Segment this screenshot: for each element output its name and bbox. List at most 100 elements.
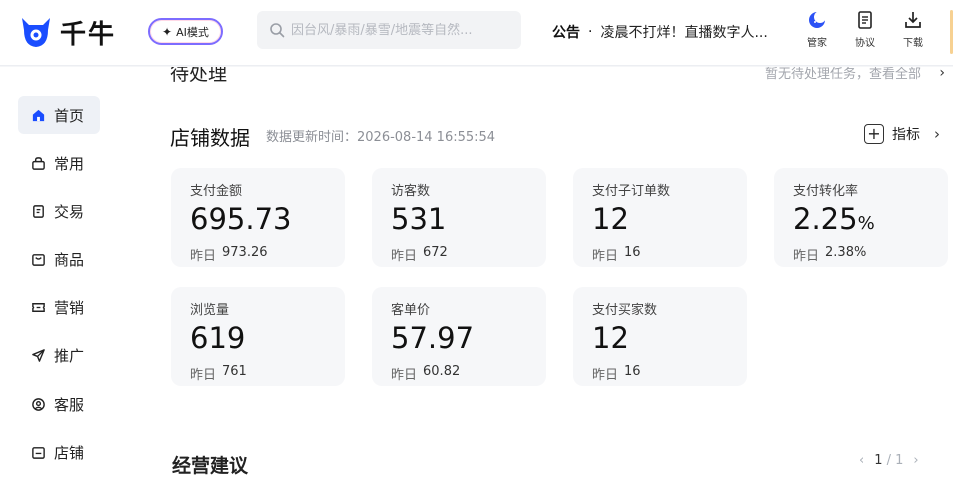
send-icon xyxy=(32,348,45,362)
metric-card-page-views[interactable]: 浏览量 619 昨日 761 xyxy=(171,287,345,386)
page-total: / 1 xyxy=(886,453,904,468)
metric-card-visitors[interactable]: 访客数 531 昨日 672 xyxy=(372,168,546,267)
yesterday-label: 昨日 xyxy=(793,249,820,264)
metric-card-payment-amount[interactable]: 支付金额 695.73 昨日 973.26 xyxy=(171,168,345,267)
assistant-button[interactable]: 管家 xyxy=(797,10,837,49)
search-icon xyxy=(270,23,285,38)
search-box[interactable] xyxy=(257,11,521,49)
metric-yesterday: 昨日 761 xyxy=(190,364,345,383)
main-content: 待处理 暂无待处理任务，查看全部 › 店铺数据 数据更新时间：2026-08-1… xyxy=(118,67,953,489)
metrics-button-label: 指标 xyxy=(892,127,920,143)
metric-value: 57.97 xyxy=(391,322,546,359)
metric-label: 支付转化率 xyxy=(793,184,859,199)
announcement-text[interactable]: 凌晨不打烊！直播数字人... xyxy=(600,22,780,42)
sidebar-item-marketing[interactable]: 营销 xyxy=(18,288,100,326)
sidebar-item-common[interactable]: 常用 xyxy=(18,144,100,182)
chevron-right-icon[interactable]: › xyxy=(913,453,918,468)
metric-yesterday: 昨日 973.26 xyxy=(190,245,345,264)
sidebar-item-promotion[interactable]: 推广 xyxy=(18,336,100,374)
yesterday-label: 昨日 xyxy=(592,249,619,264)
metric-card-sub-orders[interactable]: 支付子订单数 12 昨日 16 xyxy=(573,168,747,267)
metric-card-avg-order-value[interactable]: 客单价 57.97 昨日 60.82 xyxy=(372,287,546,386)
chevron-left-icon[interactable]: ‹ xyxy=(859,453,864,468)
yesterday-value: 761 xyxy=(222,364,247,379)
metric-card-conversion-rate[interactable]: 支付转化率 2.25% 昨日 2.38% xyxy=(774,168,948,267)
document-icon xyxy=(858,11,872,29)
yesterday-label: 昨日 xyxy=(190,368,217,383)
service-icon xyxy=(32,397,45,411)
yesterday-label: 昨日 xyxy=(391,249,418,264)
yesterday-value: 2.38% xyxy=(825,245,867,260)
yesterday-label: 昨日 xyxy=(391,368,418,383)
download-icon xyxy=(905,12,921,28)
metric-unit: % xyxy=(857,213,875,234)
sidebar-item-service[interactable]: 客服 xyxy=(18,385,100,423)
sidebar-item-label: 店铺 xyxy=(54,443,85,462)
metric-value: 2.25% xyxy=(793,203,948,240)
metric-value-number: 619 xyxy=(190,321,246,355)
sidebar-item-home[interactable]: 首页 xyxy=(18,96,100,134)
metric-value-number: 12 xyxy=(592,202,629,236)
yesterday-label: 昨日 xyxy=(592,368,619,383)
metric-value: 619 xyxy=(190,322,345,359)
advice-pager: ‹ 1 / 1 › xyxy=(859,453,919,468)
sidebar-item-products[interactable]: 商品 xyxy=(18,240,100,278)
sidebar-item-label: 商品 xyxy=(54,250,85,269)
page-current: 1 xyxy=(874,453,883,468)
metric-label: 访客数 xyxy=(391,184,431,199)
pending-view-all-link[interactable]: 暂无待处理任务，查看全部 xyxy=(765,67,921,82)
metric-value: 695.73 xyxy=(190,203,345,240)
metric-value-number: 57.97 xyxy=(391,321,475,355)
metric-yesterday: 昨日 16 xyxy=(592,245,747,264)
metrics-button[interactable]: + 指标 xyxy=(864,124,920,144)
top-header: 千牛 ✦ AI模式 公告 · 凌晨不打烊！直播数字人... 管家 协议 xyxy=(0,0,953,66)
sidebar-item-label: 推广 xyxy=(54,346,85,365)
sidebar-item-label: 首页 xyxy=(54,106,85,125)
metric-label: 支付买家数 xyxy=(592,303,658,318)
metric-label: 浏览量 xyxy=(190,303,230,318)
chevron-right-icon[interactable]: › xyxy=(934,125,940,143)
download-label: 下载 xyxy=(903,38,923,49)
download-button[interactable]: 下载 xyxy=(893,10,933,49)
metric-value: 12 xyxy=(592,322,747,359)
data-update-time: 数据更新时间：2026-08-14 16:55:54 xyxy=(266,130,496,145)
metric-yesterday: 昨日 672 xyxy=(391,245,546,264)
sidebar-nav: 首页 常用 交易 商品 营销 推广 客服 店铺 xyxy=(0,67,118,489)
product-icon xyxy=(32,253,45,266)
store-icon xyxy=(32,446,45,459)
business-advice-title: 经营建议 xyxy=(172,455,249,477)
chevron-right-icon[interactable]: › xyxy=(939,67,945,81)
metric-value: 531 xyxy=(391,203,546,240)
yesterday-value: 60.82 xyxy=(423,364,461,379)
metric-value-number: 695.73 xyxy=(190,202,292,236)
ai-mode-label: AI模式 xyxy=(176,25,209,39)
yesterday-value: 973.26 xyxy=(222,245,268,260)
agreement-button[interactable]: 协议 xyxy=(845,10,885,49)
sidebar-item-label: 客服 xyxy=(54,395,85,414)
metric-card-paying-buyers[interactable]: 支付买家数 12 昨日 16 xyxy=(573,287,747,386)
home-icon xyxy=(32,109,45,121)
metric-yesterday: 昨日 2.38% xyxy=(793,245,948,264)
sparkle-icon: ✦ xyxy=(162,24,173,39)
yesterday-value: 16 xyxy=(624,364,641,379)
sidebar-item-label: 常用 xyxy=(54,154,85,173)
sidebar-item-store[interactable]: 店铺 xyxy=(18,433,100,471)
yesterday-label: 昨日 xyxy=(190,249,217,264)
agreement-label: 协议 xyxy=(855,38,875,49)
sidebar-item-trade[interactable]: 交易 xyxy=(18,192,100,230)
metric-label: 客单价 xyxy=(391,303,431,318)
qianniu-logo[interactable]: 千牛 xyxy=(20,14,116,51)
moon-assistant-icon xyxy=(809,11,826,28)
metric-label: 支付金额 xyxy=(190,184,243,199)
metric-yesterday: 昨日 16 xyxy=(592,364,747,383)
metric-yesterday: 昨日 60.82 xyxy=(391,364,546,383)
ticket-icon xyxy=(32,302,45,312)
logo-text: 千牛 xyxy=(60,20,117,50)
ai-mode-button[interactable]: ✦ AI模式 xyxy=(148,18,223,45)
metric-value-number: 531 xyxy=(391,202,447,236)
announcement-bar[interactable]: 公告 · 凌晨不打烊！直播数字人... xyxy=(552,22,780,42)
search-input[interactable] xyxy=(291,22,511,38)
sidebar-item-label: 营销 xyxy=(54,298,85,317)
bull-logo-icon xyxy=(22,17,50,47)
bag-icon xyxy=(32,156,45,170)
